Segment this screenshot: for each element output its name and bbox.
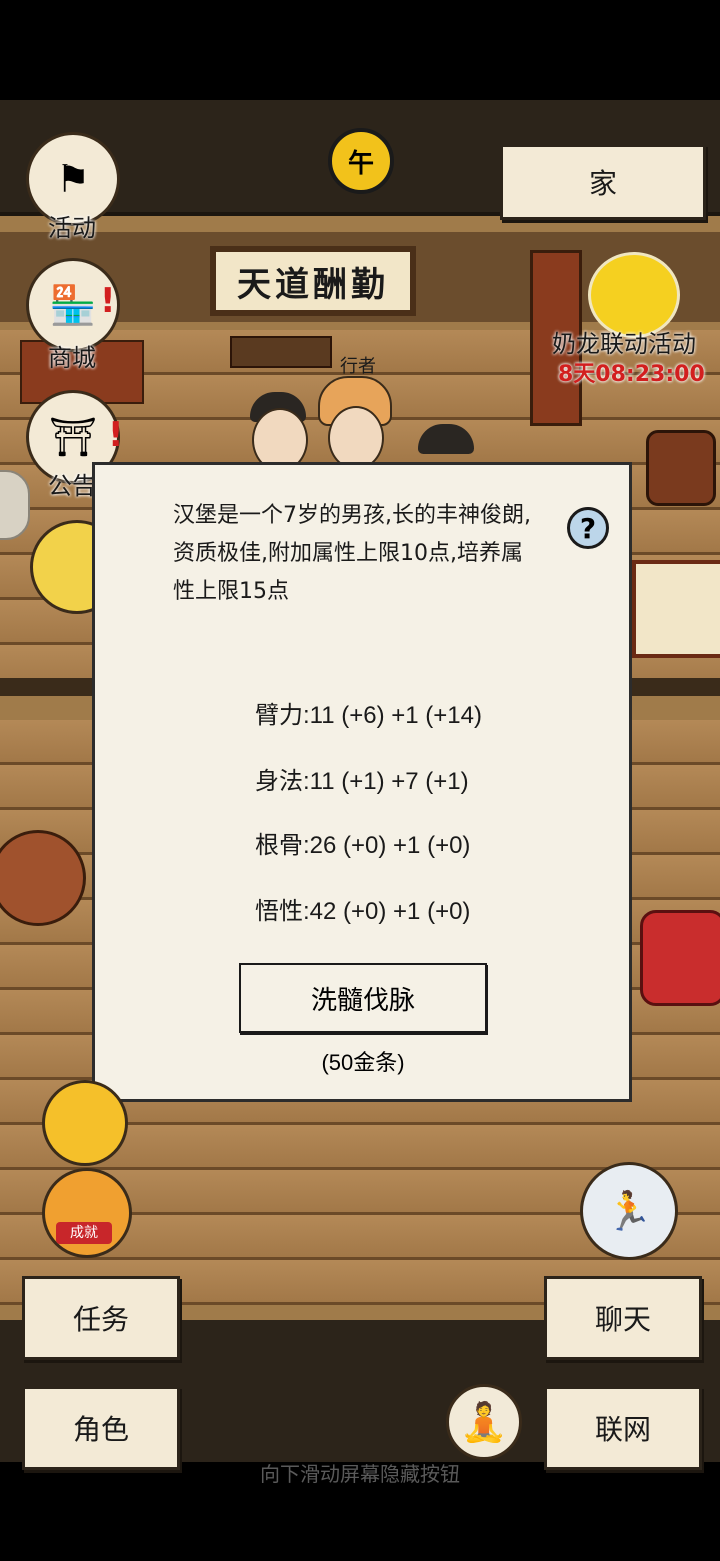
- side-tab-handle[interactable]: [0, 470, 30, 540]
- help-question-icon[interactable]: ?: [567, 507, 609, 549]
- activity-label[interactable]: 活动: [48, 208, 96, 243]
- npc-walker-label: 行者: [340, 356, 376, 377]
- character-hamster-hat[interactable]: [318, 376, 392, 470]
- barrel: [646, 430, 716, 506]
- notice-alert-icon: !: [108, 415, 124, 455]
- cost-gold-bars: (50金条): [321, 1050, 405, 1075]
- character-description: 汉堡是一个7岁的男孩,长的丰神俊朗,资质极佳,附加属性上限10点,培养属性上限1…: [173, 503, 531, 604]
- shop-alert-icon: !: [100, 281, 116, 321]
- event-title[interactable]: 奶龙联动活动: [552, 324, 696, 359]
- character-swordsman[interactable]: [248, 392, 308, 472]
- chat-button[interactable]: 聊天: [544, 1276, 702, 1360]
- event-countdown: 8天08:23:00: [558, 362, 705, 387]
- run-icon[interactable]: 🏃: [580, 1162, 678, 1260]
- character-monk[interactable]: [418, 424, 474, 464]
- heaven-rewards-diligence-sign: 天道酬勤: [210, 246, 416, 316]
- stat-strength: 臂力:11 (+6) +1 (+14): [255, 702, 482, 729]
- meditation-icon[interactable]: 🧘: [446, 1384, 522, 1460]
- stat-agility: 身法:11 (+1) +7 (+1): [255, 768, 469, 795]
- shop-label[interactable]: 商城: [48, 338, 96, 373]
- achievement-icon[interactable]: [42, 1168, 132, 1258]
- home-button[interactable]: 家: [500, 144, 706, 220]
- time-of-day-sun-icon: 午: [328, 128, 394, 194]
- screen-panel: [632, 560, 720, 658]
- swipe-hide-hint: 向下滑动屏幕隐藏按钮: [260, 1462, 460, 1486]
- low-table: [230, 336, 332, 368]
- achievement-badge-label: 成就: [56, 1222, 112, 1244]
- red-sofa: [640, 910, 720, 1006]
- character-avatar[interactable]: [42, 1080, 128, 1166]
- stat-constitution: 根骨:26 (+0) +1 (+0): [255, 832, 471, 859]
- notice-label[interactable]: 公告: [48, 466, 96, 501]
- character-info-dialog: 汉堡是一个7岁的男孩,长的丰神俊朗,资质极佳,附加属性上限10点,培养属性上限1…: [92, 462, 632, 1102]
- marrow-cleansing-button[interactable]: 洗髓伐脉: [239, 963, 487, 1033]
- stat-comprehension: 悟性:42 (+0) +1 (+0): [255, 898, 471, 925]
- task-button[interactable]: 任务: [22, 1276, 180, 1360]
